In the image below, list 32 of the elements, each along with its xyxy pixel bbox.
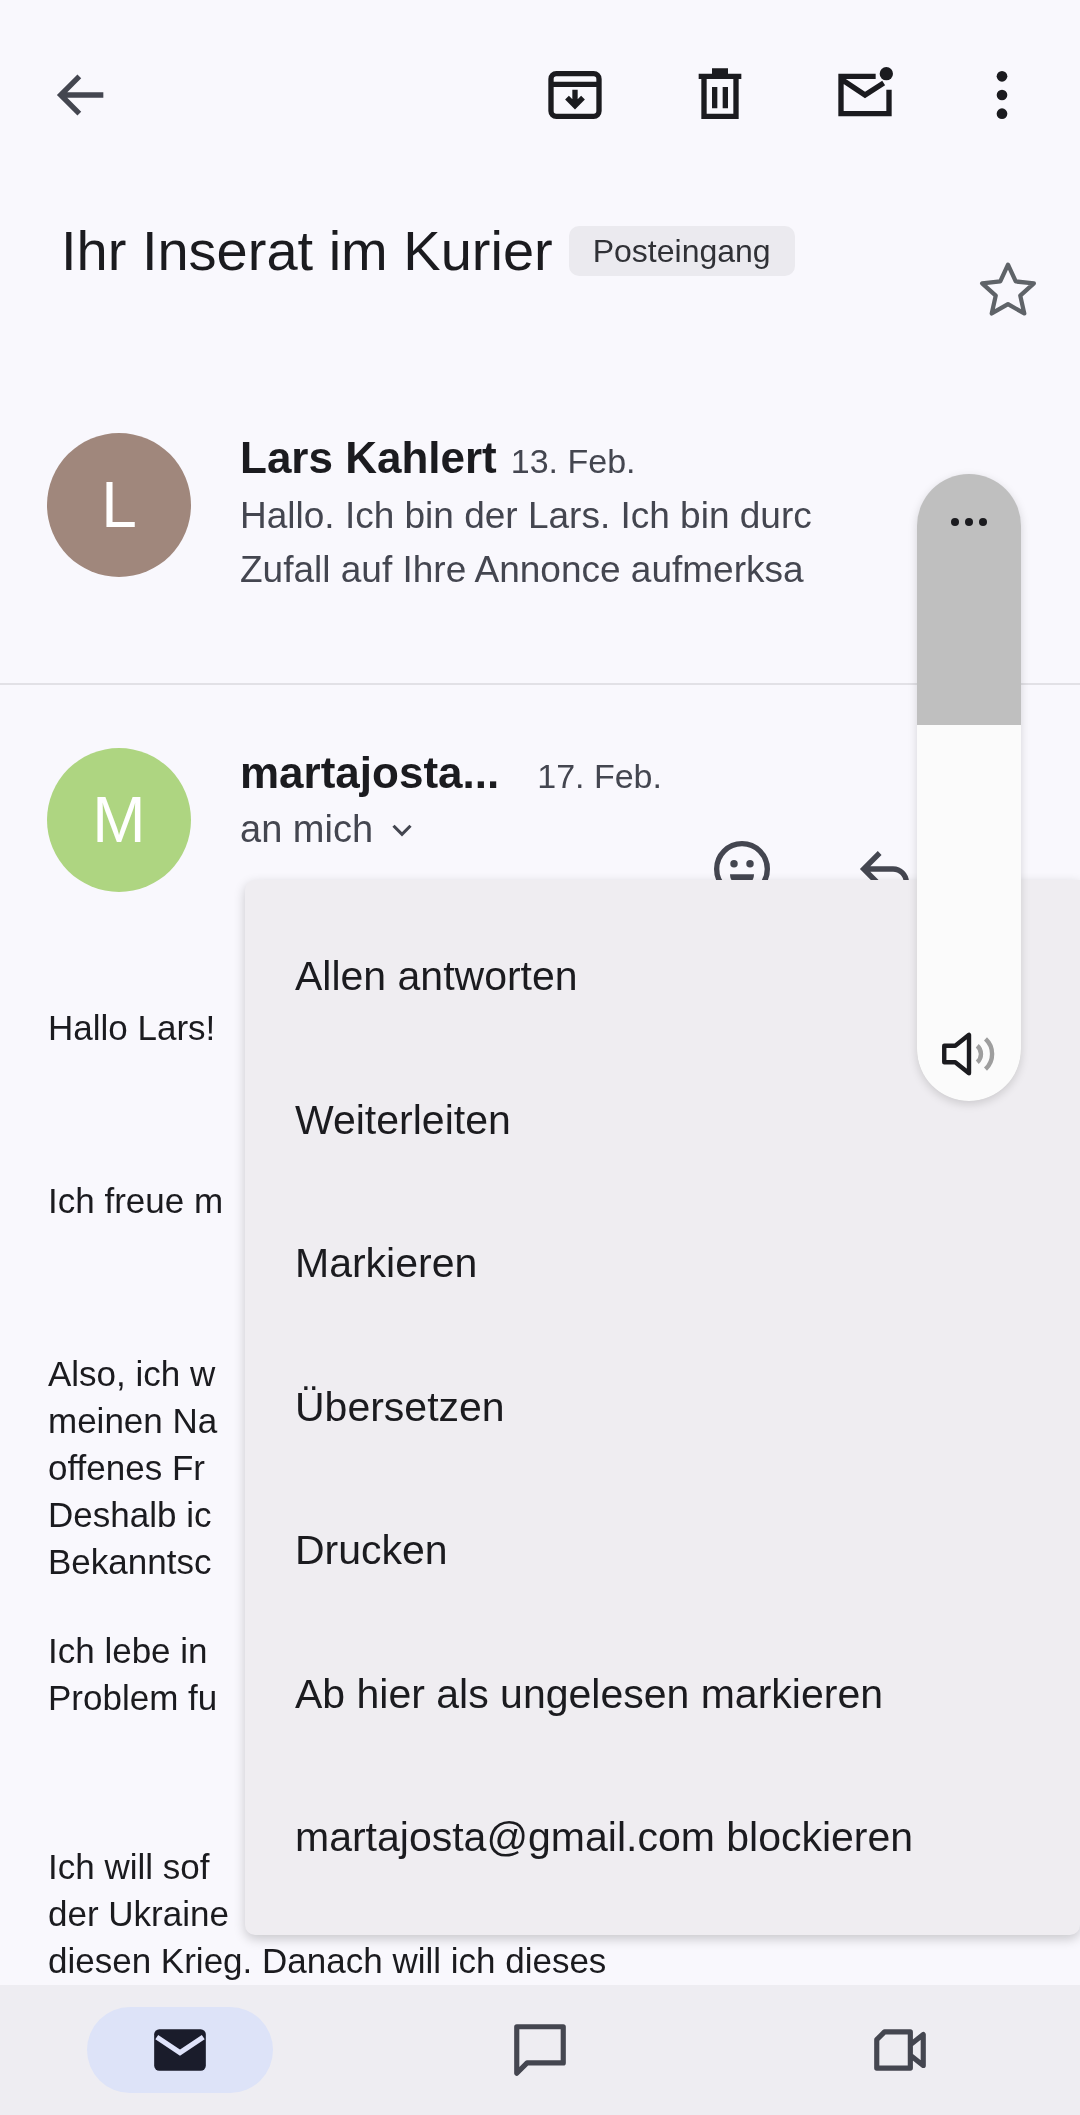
volume-slider[interactable] [917, 474, 1021, 1101]
menu-item[interactable]: Ab hier als ungelesen markieren [245, 1622, 1080, 1766]
inbox-label[interactable]: Posteingang [568, 226, 795, 276]
menu-item[interactable]: martajosta@gmail.com blockieren [245, 1766, 1080, 1910]
menu-item[interactable]: Allen antworten [245, 905, 1080, 1049]
avatar: L [47, 433, 191, 577]
sender-name: martajosta... [240, 748, 500, 798]
body-text: Ich will sof [48, 1846, 210, 1888]
sender-name: Lars Kahlert [240, 433, 497, 483]
message-date: 13. Feb. [510, 442, 636, 481]
menu-item[interactable]: Weiterleiten [245, 1048, 1080, 1192]
menu-item[interactable]: Übersetzen [245, 1335, 1080, 1479]
body-text: der Ukraine [48, 1893, 229, 1935]
body-text: Problem fu [48, 1677, 218, 1719]
body-text: Hallo Lars! [48, 1007, 216, 1049]
subject-title: Ihr Inserat im Kurier [61, 218, 553, 284]
message-snippet: Hallo. Ich bin der Lars. Ich bin durc [240, 494, 812, 538]
body-text: meinen Na [48, 1400, 218, 1442]
body-text: Also, ich w [48, 1353, 216, 1395]
more-options-icon[interactable] [949, 517, 989, 527]
body-text: Bekanntsc [48, 1541, 212, 1583]
recipient-toggle[interactable]: an mich [240, 808, 662, 851]
body-text: offenes Fr [48, 1447, 205, 1489]
body-text: Deshalb ic [48, 1494, 212, 1536]
body-text: Ich freue m [48, 1180, 224, 1222]
message-snippet: Zufall auf Ihre Annonce aufmerksa [240, 548, 805, 592]
body-text: diesen Krieg. Danach will ich dieses [48, 1940, 607, 1982]
menu-item[interactable]: Markieren [245, 1192, 1080, 1336]
menu-item[interactable]: Drucken [245, 1479, 1080, 1623]
avatar: M [47, 748, 191, 892]
message-date: 17. Feb. [537, 757, 662, 796]
body-text: Ich lebe in [48, 1630, 208, 1672]
